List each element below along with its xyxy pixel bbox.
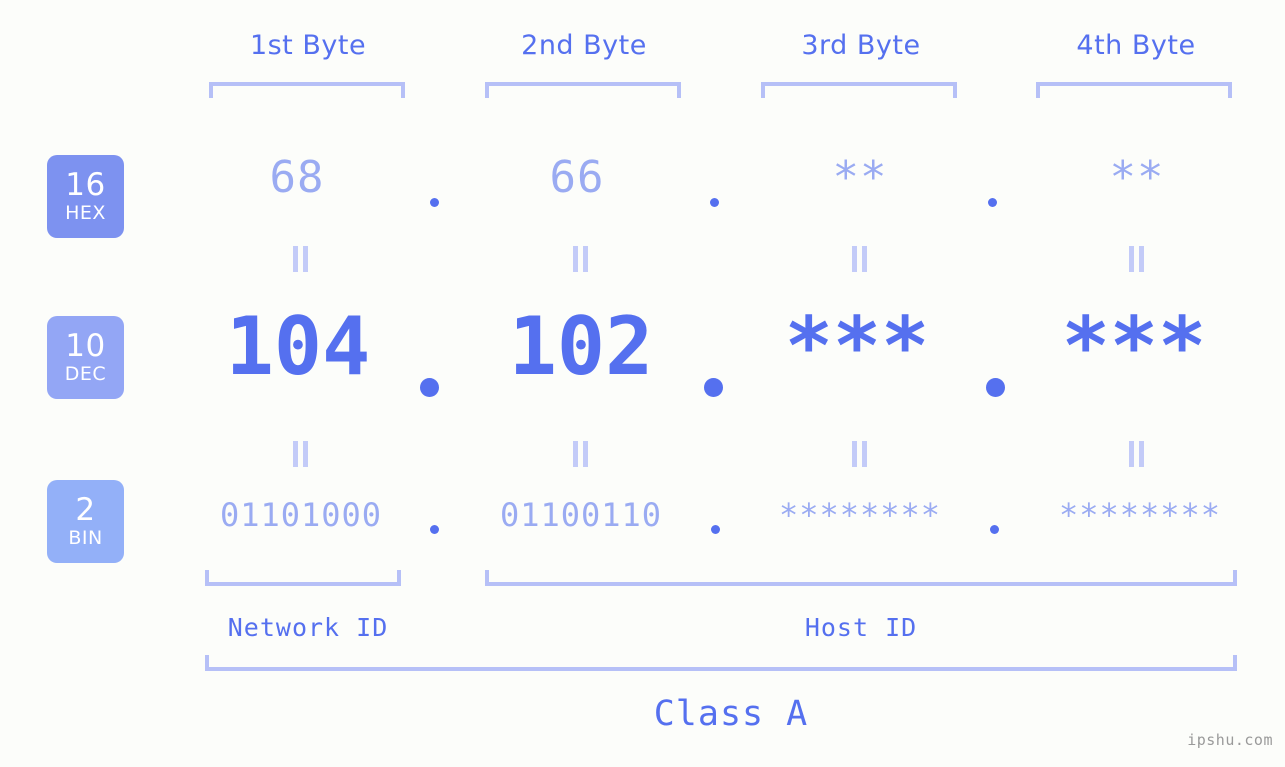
host-id-bracket <box>485 570 1237 586</box>
dec-byte-1-value: 104 <box>225 300 371 393</box>
ip-address-breakdown-diagram: 1st Byte 2nd Byte 3rd Byte 4th Byte 16 H… <box>0 0 1285 767</box>
base-badge-bin: 2 BIN <box>47 480 124 563</box>
base-badge-hex-number: 16 <box>65 167 106 203</box>
base-badge-dec-abbr: DEC <box>64 363 107 385</box>
equals-mark-dec-bin-4 <box>1125 441 1147 467</box>
byte-bracket-4 <box>1036 82 1232 98</box>
base-badge-bin-abbr: BIN <box>68 527 103 549</box>
bin-separator-dot-1 <box>430 525 439 534</box>
network-id-bracket <box>205 570 401 586</box>
class-bracket <box>205 655 1237 671</box>
dec-separator-dot-3 <box>986 378 1005 397</box>
equals-mark-hex-dec-4 <box>1125 246 1147 272</box>
byte-header-1: 1st Byte <box>188 30 428 61</box>
site-watermark: ipshu.com <box>1187 731 1273 749</box>
hex-byte-2-value: 66 <box>549 152 605 203</box>
equals-mark-hex-dec-2 <box>569 246 591 272</box>
base-badge-hex-abbr: HEX <box>65 202 106 224</box>
base-badge-dec-number: 10 <box>65 328 106 364</box>
equals-mark-hex-dec-3 <box>848 246 870 272</box>
dec-separator-dot-1 <box>420 378 439 397</box>
hex-separator-dot-2 <box>710 198 719 207</box>
hex-byte-1-value: 68 <box>269 152 325 203</box>
bin-byte-2-value: 01100110 <box>499 496 663 534</box>
hex-byte-4-value: ** <box>1109 152 1165 203</box>
byte-header-3: 3rd Byte <box>741 30 981 61</box>
byte-header-1-label: 1st Byte <box>249 30 367 61</box>
dec-separator-dot-2 <box>704 378 723 397</box>
equals-mark-dec-bin-2 <box>569 441 591 467</box>
byte-header-4: 4th Byte <box>1016 30 1256 61</box>
byte-bracket-1 <box>209 82 405 98</box>
bin-separator-dot-2 <box>711 525 720 534</box>
bin-byte-4-value: ******** <box>1058 496 1222 534</box>
base-badge-dec: 10 DEC <box>47 316 124 399</box>
bin-byte-1-value: 01101000 <box>219 496 383 534</box>
bin-separator-dot-3 <box>990 525 999 534</box>
class-label: Class A <box>653 694 809 734</box>
bin-byte-3-value: ******** <box>778 496 942 534</box>
dec-byte-4-value: *** <box>1061 300 1207 393</box>
byte-header-4-label: 4th Byte <box>1076 30 1196 61</box>
base-badge-hex: 16 HEX <box>47 155 124 238</box>
dec-byte-2-value: 102 <box>508 300 654 393</box>
byte-bracket-3 <box>761 82 957 98</box>
network-id-label: Network ID <box>227 613 389 642</box>
hex-separator-dot-1 <box>430 198 439 207</box>
hex-separator-dot-3 <box>988 198 997 207</box>
host-id-label: Host ID <box>804 613 918 642</box>
dec-byte-3-value: *** <box>784 300 930 393</box>
byte-bracket-2 <box>485 82 681 98</box>
hex-byte-3-value: ** <box>832 152 888 203</box>
byte-header-2-label: 2nd Byte <box>521 30 647 61</box>
equals-mark-hex-dec-1 <box>289 246 311 272</box>
equals-mark-dec-bin-3 <box>848 441 870 467</box>
equals-mark-dec-bin-1 <box>289 441 311 467</box>
base-badge-bin-number: 2 <box>75 492 96 528</box>
byte-header-2: 2nd Byte <box>464 30 704 61</box>
byte-header-3-label: 3rd Byte <box>801 30 921 61</box>
